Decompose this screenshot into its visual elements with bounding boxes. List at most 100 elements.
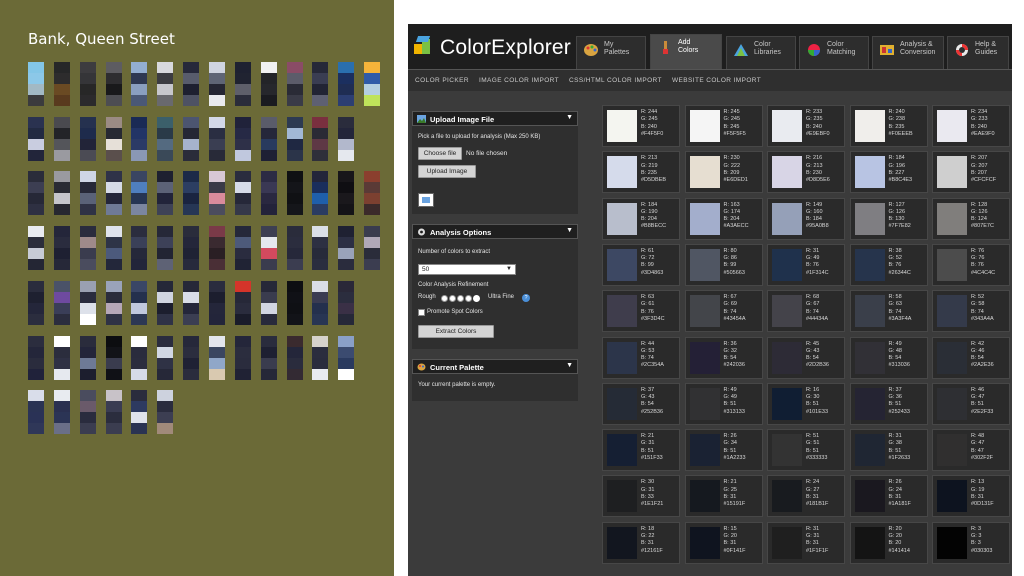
color-cell[interactable]: R: 234 G: 233 B: 240 #EAE9F0 (932, 105, 1010, 147)
color-cell[interactable]: R: 46 G: 47 B: 51 #2E2F33 (932, 382, 1010, 425)
color-cell[interactable]: R: 24 G: 27 B: 31 #181B1F (767, 475, 845, 518)
color-cell[interactable]: R: 21 G: 25 B: 31 #15191F (684, 475, 763, 518)
color-swatch[interactable] (854, 248, 885, 281)
color-swatch[interactable] (607, 202, 637, 235)
color-cell[interactable]: R: 149 G: 160 B: 184 #95A0B8 (767, 197, 845, 240)
color-cell[interactable]: R: 45 G: 43 B: 54 #2D2B36 (767, 336, 845, 379)
color-cell[interactable]: R: 245 G: 245 B: 245 #F5F5F5 (684, 105, 763, 147)
color-swatch[interactable] (607, 156, 637, 189)
color-swatch[interactable] (854, 387, 885, 420)
color-swatch[interactable] (607, 295, 637, 328)
color-cell[interactable]: R: 63 G: 61 B: 76 #3F3D4C (602, 290, 680, 333)
subnav-color-picker[interactable]: COLOR PICKER (415, 77, 469, 84)
color-cell[interactable]: R: 58 G: 63 B: 74 #3A3F4A (849, 290, 928, 333)
colors-count-select[interactable]: 50 ▼ (418, 264, 516, 275)
color-cell[interactable]: R: 30 G: 31 B: 33 #1E1F21 (602, 475, 680, 518)
color-swatch[interactable] (772, 110, 802, 142)
color-cell[interactable]: R: 37 G: 43 B: 54 #252B36 (602, 382, 680, 425)
promote-spot-colors-checkbox[interactable] (418, 309, 425, 316)
palette-panel-header[interactable]: Current Palette ▼ (412, 359, 578, 374)
color-swatch[interactable] (689, 110, 720, 142)
extract-colors-button[interactable]: Extract Colors (418, 325, 494, 338)
color-swatch[interactable] (937, 202, 967, 235)
color-cell[interactable]: R: 49 G: 49 B: 51 #313133 (684, 382, 763, 425)
color-swatch[interactable] (689, 248, 720, 281)
color-swatch[interactable] (607, 387, 637, 420)
color-cell[interactable]: R: 36 G: 32 B: 54 #242036 (684, 336, 763, 379)
tab-help-guides[interactable]: Help & Guides (947, 36, 1009, 69)
color-swatch[interactable] (689, 480, 720, 513)
color-cell[interactable]: R: 13 G: 19 B: 31 #0D131F (932, 475, 1010, 518)
color-cell[interactable]: R: 38 G: 52 B: 76 #26344C (849, 243, 928, 286)
color-swatch[interactable] (772, 434, 802, 467)
color-cell[interactable]: R: 48 G: 47 B: 47 #302F2F (932, 429, 1010, 472)
color-cell[interactable]: R: 20 G: 20 B: 20 #141414 (849, 521, 928, 564)
tab-add-colors[interactable]: Add Colors (650, 34, 722, 69)
color-swatch[interactable] (772, 341, 802, 374)
color-swatch[interactable] (854, 110, 885, 142)
collapse-chevron-icon[interactable]: ▼ (566, 362, 573, 369)
color-swatch[interactable] (689, 434, 720, 467)
color-swatch[interactable] (854, 480, 885, 513)
color-swatch[interactable] (689, 202, 720, 235)
color-cell[interactable]: R: 240 G: 238 B: 235 #F0EEEB (849, 105, 928, 147)
color-cell[interactable]: R: 127 G: 126 B: 130 #7F7E82 (849, 197, 928, 240)
color-swatch[interactable] (772, 248, 802, 281)
color-cell[interactable]: R: 233 G: 235 B: 240 #E9EBF0 (767, 105, 845, 147)
color-swatch[interactable] (607, 341, 637, 374)
collapse-chevron-icon[interactable]: ▼ (566, 227, 573, 234)
color-swatch[interactable] (854, 295, 885, 328)
collapse-chevron-icon[interactable]: ▼ (566, 114, 573, 121)
color-cell[interactable]: R: 16 G: 30 B: 51 #101E33 (767, 382, 845, 425)
color-swatch[interactable] (607, 248, 637, 281)
color-swatch[interactable] (607, 526, 637, 559)
color-cell[interactable]: R: 213 G: 219 B: 235 #D5DBEB (602, 151, 680, 194)
color-cell[interactable]: R: 42 G: 46 B: 54 #2A2E36 (932, 336, 1010, 379)
color-cell[interactable]: R: 184 G: 190 B: 204 #B8BECC (602, 197, 680, 240)
tab-my-palettes[interactable]: My Palettes (576, 36, 646, 69)
color-swatch[interactable] (772, 295, 802, 328)
color-swatch[interactable] (772, 156, 802, 189)
color-swatch[interactable] (937, 248, 967, 281)
subnav-website-color-import[interactable]: WEBSITE COLOR IMPORT (672, 77, 761, 84)
tab-color-libraries[interactable]: Color Libraries (726, 36, 796, 69)
color-swatch[interactable] (607, 110, 637, 142)
color-cell[interactable]: R: 163 G: 174 B: 204 #A3AECC (684, 197, 763, 240)
color-cell[interactable]: R: 51 G: 51 B: 51 #333333 (767, 429, 845, 472)
color-cell[interactable]: R: 26 G: 24 B: 31 #1A181F (849, 475, 928, 518)
color-cell[interactable]: R: 31 G: 49 B: 76 #1F314C (767, 243, 845, 286)
subnav-image-color-import[interactable]: IMAGE COLOR IMPORT (479, 77, 559, 84)
color-swatch[interactable] (937, 341, 967, 374)
help-icon[interactable]: ? (522, 294, 530, 302)
color-swatch[interactable] (689, 526, 720, 559)
color-swatch[interactable] (689, 295, 720, 328)
color-swatch[interactable] (937, 434, 967, 467)
color-cell[interactable]: R: 244 G: 245 B: 240 #F4F5F0 (602, 105, 680, 147)
refinement-radio[interactable] (465, 295, 472, 302)
color-swatch[interactable] (607, 480, 637, 513)
color-swatch[interactable] (854, 341, 885, 374)
color-swatch[interactable] (689, 387, 720, 420)
tab-color-matching[interactable]: Color Matching (799, 36, 869, 69)
color-swatch[interactable] (937, 156, 967, 189)
analysis-panel-header[interactable]: Analysis Options ▼ (412, 224, 578, 239)
color-cell[interactable]: R: 49 G: 48 B: 54 #313036 (849, 336, 928, 379)
refinement-radio[interactable] (449, 295, 456, 302)
color-swatch[interactable] (937, 526, 967, 559)
color-swatch[interactable] (772, 387, 802, 420)
color-cell[interactable]: R: 216 G: 213 B: 230 #D8D5E6 (767, 151, 845, 194)
choose-file-button[interactable]: Choose file (418, 147, 462, 160)
color-cell[interactable]: R: 68 G: 67 B: 74 #44434A (767, 290, 845, 333)
color-cell[interactable]: R: 67 G: 69 B: 74 #43454A (684, 290, 763, 333)
color-cell[interactable]: R: 31 G: 38 B: 51 #1F2633 (849, 429, 928, 472)
color-cell[interactable]: R: 26 G: 34 B: 51 #1A2233 (684, 429, 763, 472)
color-cell[interactable]: R: 52 G: 58 B: 74 #343A4A (932, 290, 1010, 333)
color-swatch[interactable] (607, 434, 637, 467)
color-swatch[interactable] (937, 480, 967, 513)
color-cell[interactable]: R: 37 G: 36 B: 51 #252433 (849, 382, 928, 425)
subnav-css-html-color-import[interactable]: CSS/HTML COLOR IMPORT (569, 77, 662, 84)
tab-analysis-conversion[interactable]: Analysis & Conversion (872, 36, 944, 69)
color-swatch[interactable] (854, 526, 885, 559)
upload-image-button[interactable]: Upload Image (418, 165, 476, 178)
color-cell[interactable]: R: 128 G: 126 B: 124 #807E7C (932, 197, 1010, 240)
